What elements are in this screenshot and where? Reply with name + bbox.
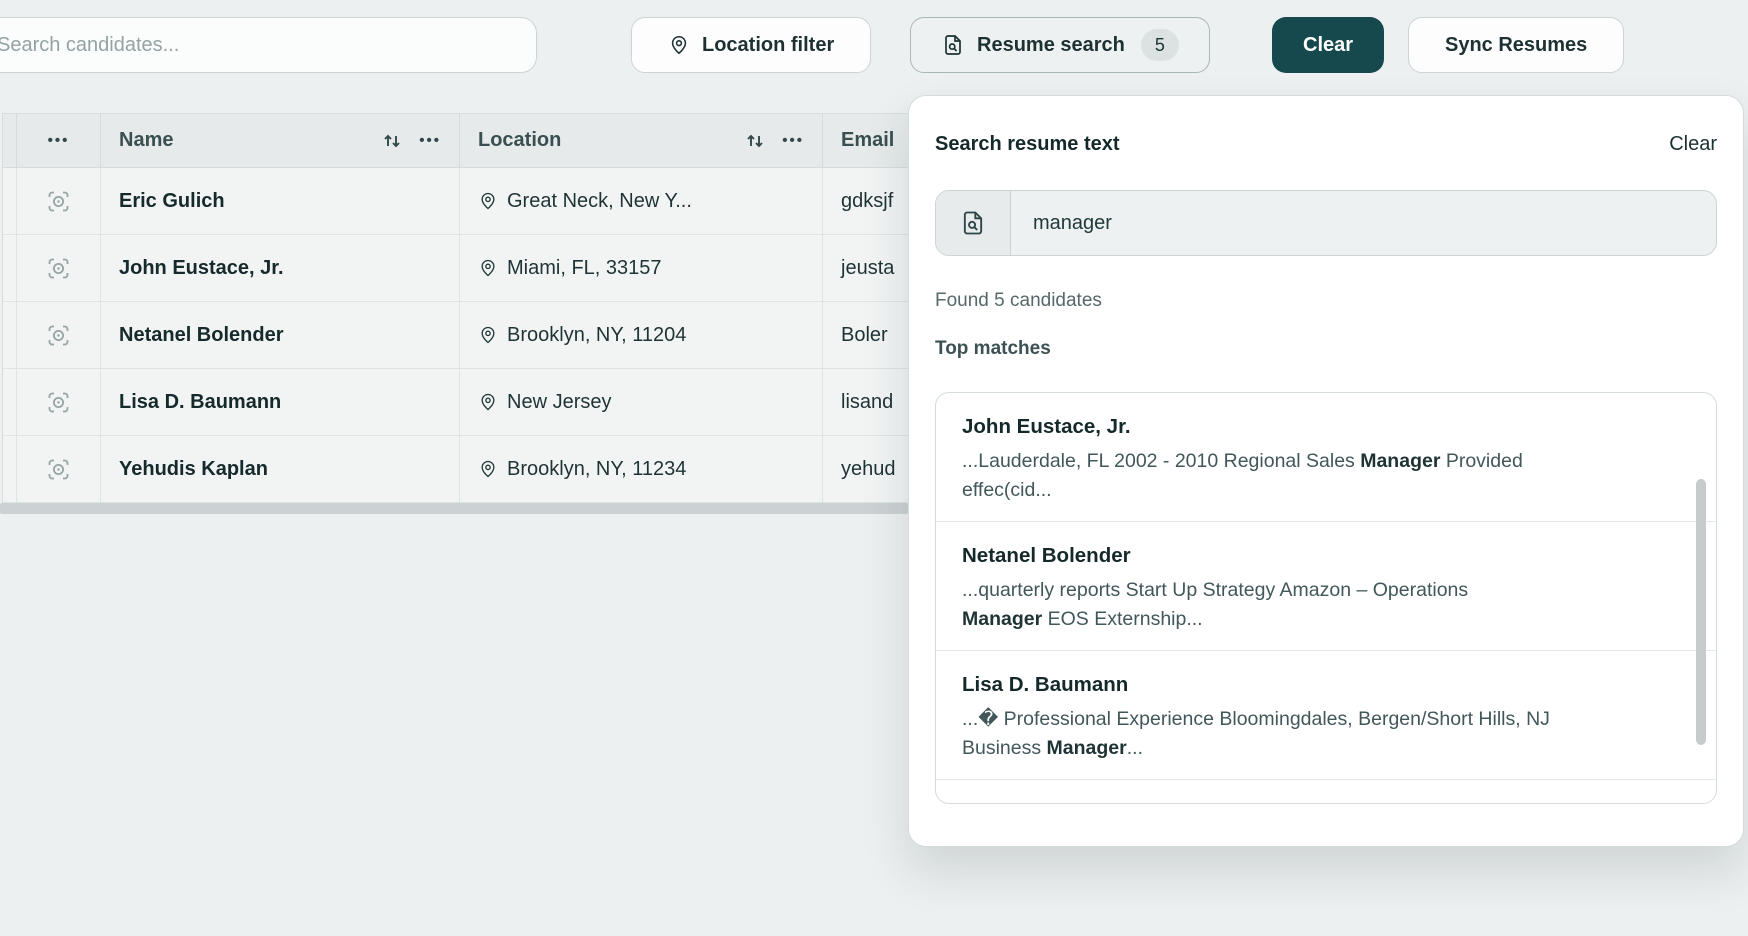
row-edge-cell	[3, 235, 17, 302]
candidate-name: John Eustace, Jr.	[119, 257, 284, 280]
row-scan-cell[interactable]	[17, 235, 101, 302]
row-name-cell[interactable]: Yehudis Kaplan	[101, 436, 460, 503]
location-pin-icon	[478, 258, 498, 278]
app-root: Location filter Resume search 5 Clear Sy…	[0, 0, 1748, 936]
candidate-name: Lisa D. Baumann	[119, 391, 281, 414]
column-label: Name	[119, 129, 173, 152]
column-menu-icon[interactable]: •••	[419, 133, 441, 148]
column-label: Email	[841, 129, 894, 152]
scan-candidate-icon[interactable]	[45, 188, 72, 215]
sort-icon[interactable]	[380, 129, 404, 153]
panel-clear-button[interactable]: Clear	[1669, 133, 1717, 156]
column-header-location[interactable]: Location •••	[460, 114, 823, 168]
top-matches-label: Top matches	[935, 338, 1717, 360]
resume-search-label: Resume search	[977, 34, 1125, 57]
row-edge-cell	[3, 369, 17, 436]
candidate-name: Yehudis Kaplan	[119, 458, 268, 481]
row-location-cell[interactable]: Great Neck, New Y...	[460, 168, 823, 235]
row-name-cell[interactable]: Lisa D. Baumann	[101, 369, 460, 436]
location-pin-icon	[478, 459, 498, 479]
match-card[interactable]: Lisa D. Baumann ...� Professional Experie…	[936, 650, 1716, 779]
row-edge-cell	[3, 302, 17, 369]
candidate-email: yehud	[841, 458, 896, 481]
clear-filters-button[interactable]: Clear	[1272, 17, 1384, 73]
row-location-cell[interactable]: Miami, FL, 33157	[460, 235, 823, 302]
row-scan-cell[interactable]	[17, 369, 101, 436]
match-name: Lisa D. Baumann	[962, 673, 1690, 697]
column-header-name[interactable]: Name •••	[101, 114, 460, 168]
column-menu-icon[interactable]: •••	[782, 133, 804, 148]
scan-candidate-icon[interactable]	[45, 389, 72, 416]
resume-search-panel: Search resume text Clear Found 5 candida…	[908, 95, 1744, 847]
row-edge-cell	[3, 436, 17, 503]
column-header-edge	[3, 114, 17, 168]
scan-candidate-icon[interactable]	[45, 255, 72, 282]
candidate-email: jeusta	[841, 257, 894, 280]
match-name: Netanel Bolender	[962, 544, 1690, 568]
column-label: Location	[478, 129, 561, 152]
row-location-cell[interactable]: New Jersey	[460, 369, 823, 436]
row-location-cell[interactable]: Brooklyn, NY, 11234	[460, 436, 823, 503]
candidate-email: gdksjf	[841, 190, 893, 213]
match-snippet: ...Lauderdale, FL 2002 - 2010 Regional S…	[962, 447, 1690, 505]
match-card[interactable]: John Eustace, Jr. ...Lauderdale, FL 2002 …	[936, 393, 1716, 521]
sort-icon[interactable]	[743, 129, 767, 153]
sync-resumes-button[interactable]: Sync Resumes	[1408, 17, 1624, 73]
file-search-icon	[936, 191, 1011, 255]
scan-candidate-icon[interactable]	[45, 456, 72, 483]
row-name-cell[interactable]: Netanel Bolender	[101, 302, 460, 369]
table-horizontal-scrollbar[interactable]	[0, 503, 908, 514]
location-pin-icon	[668, 34, 690, 56]
matches-scrollbar[interactable]	[1696, 479, 1706, 745]
match-name: John Eustace, Jr.	[962, 415, 1690, 439]
panel-title: Search resume text	[935, 133, 1120, 156]
next-match-partial	[936, 779, 1716, 804]
match-card[interactable]: Netanel Bolender ...quarterly reports Sta…	[936, 521, 1716, 650]
resume-search-count-badge: 5	[1141, 29, 1179, 61]
candidate-location: Great Neck, New Y...	[507, 190, 692, 213]
row-scan-cell[interactable]	[17, 302, 101, 369]
resume-search-button[interactable]: Resume search 5	[910, 17, 1210, 73]
location-pin-icon	[478, 325, 498, 345]
candidate-email: lisand	[841, 391, 893, 414]
column-header-actions[interactable]: •••	[17, 114, 101, 168]
match-snippet: ...� Professional Experience Bloomingdal…	[962, 705, 1690, 763]
location-filter-button[interactable]: Location filter	[631, 17, 871, 73]
row-name-cell[interactable]: John Eustace, Jr.	[101, 235, 460, 302]
candidate-location: Brooklyn, NY, 11234	[507, 458, 686, 481]
candidate-name: Netanel Bolender	[119, 324, 283, 347]
location-pin-icon	[478, 191, 498, 211]
search-candidates-input[interactable]	[0, 17, 537, 73]
found-count-text: Found 5 candidates	[935, 290, 1717, 312]
candidate-location: Miami, FL, 33157	[507, 257, 662, 280]
row-scan-cell[interactable]	[17, 436, 101, 503]
candidate-name: Eric Gulich	[119, 190, 225, 213]
resume-query-field[interactable]	[935, 190, 1717, 256]
row-name-cell[interactable]: Eric Gulich	[101, 168, 460, 235]
location-filter-label: Location filter	[702, 34, 834, 57]
column-menu-icon[interactable]: •••	[48, 133, 70, 148]
candidate-location: Brooklyn, NY, 11204	[507, 324, 686, 347]
top-matches-list: John Eustace, Jr. ...Lauderdale, FL 2002 …	[935, 392, 1717, 804]
location-pin-icon	[478, 392, 498, 412]
row-scan-cell[interactable]	[17, 168, 101, 235]
scan-candidate-icon[interactable]	[45, 322, 72, 349]
row-edge-cell	[3, 168, 17, 235]
match-snippet: ...quarterly reports Start Up Strategy A…	[962, 576, 1690, 634]
candidate-location: New Jersey	[507, 391, 611, 414]
resume-query-input[interactable]	[1011, 191, 1716, 255]
row-location-cell[interactable]: Brooklyn, NY, 11204	[460, 302, 823, 369]
file-search-icon	[941, 33, 965, 57]
candidate-email: Boler	[841, 324, 888, 347]
